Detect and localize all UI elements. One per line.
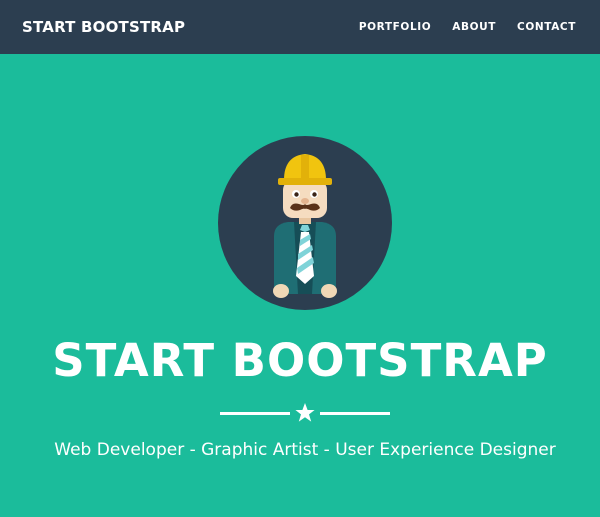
hero-title: START BOOTSTRAP <box>52 334 548 387</box>
brand-link[interactable]: START BOOTSTRAP <box>22 18 185 36</box>
navbar: START BOOTSTRAP PORTFOLIO ABOUT CONTACT <box>0 0 600 54</box>
divider-line-right <box>320 412 390 415</box>
profile-avatar-icon <box>218 136 392 310</box>
nav-links: PORTFOLIO ABOUT CONTACT <box>359 21 576 33</box>
star-icon <box>295 403 315 422</box>
nav-link-about[interactable]: ABOUT <box>452 21 496 33</box>
nav-link-contact[interactable]: CONTACT <box>517 21 576 33</box>
page: START BOOTSTRAP PORTFOLIO ABOUT CONTACT <box>0 0 600 517</box>
divider <box>220 401 390 425</box>
hero-tagline: Web Developer - Graphic Artist - User Ex… <box>54 440 556 460</box>
divider-line-left <box>220 412 290 415</box>
nav-link-portfolio[interactable]: PORTFOLIO <box>359 21 431 33</box>
